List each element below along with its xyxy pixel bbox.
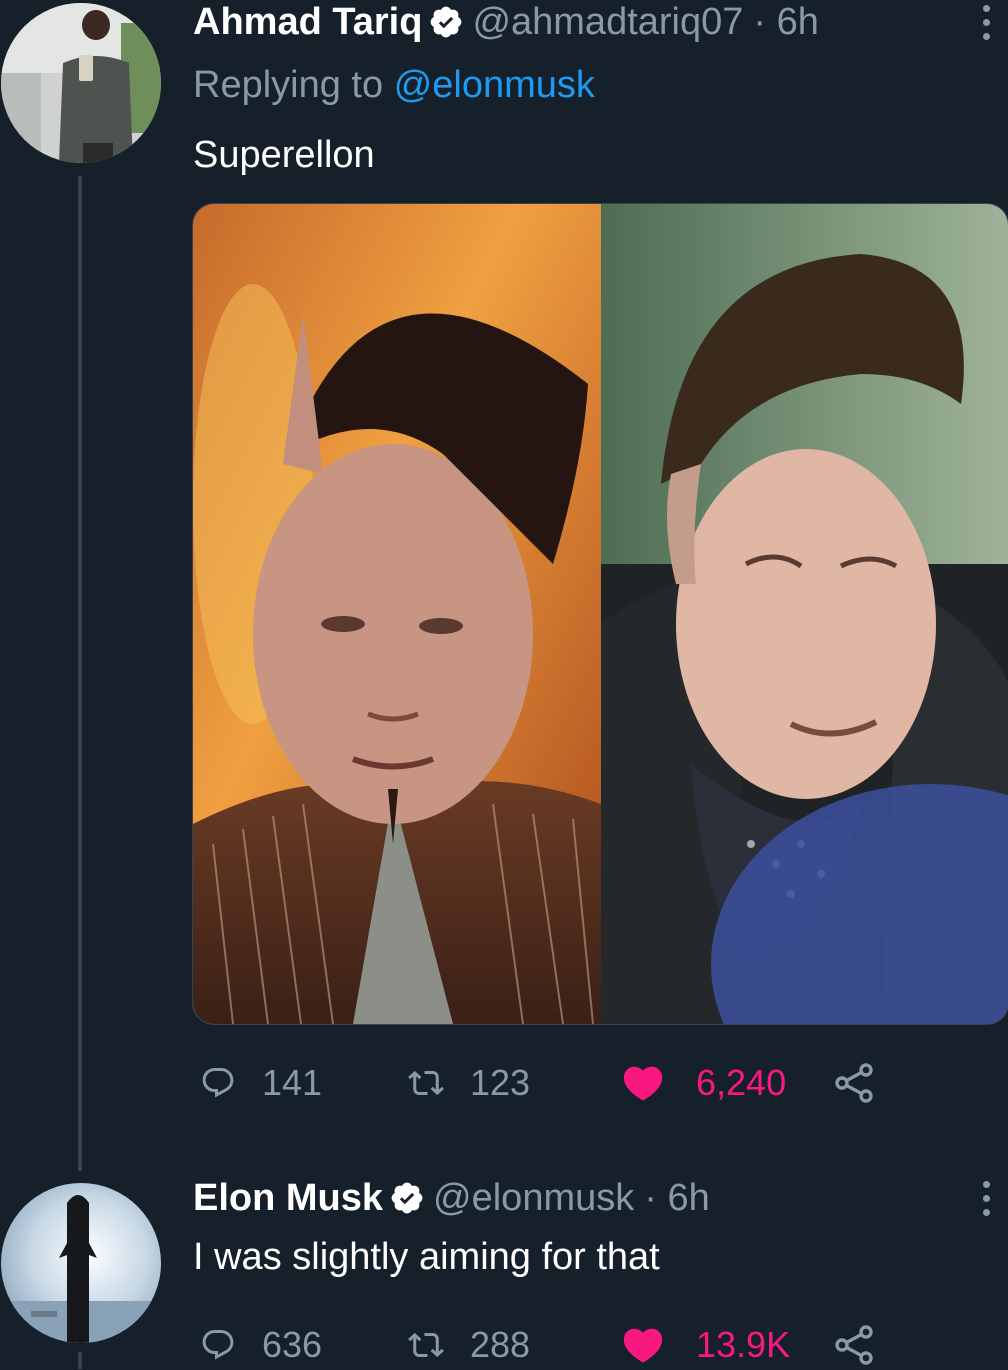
retweet-button[interactable]: 123 <box>408 1062 530 1104</box>
media-image-right[interactable] <box>601 204 1008 1024</box>
avatar[interactable] <box>1 3 161 163</box>
tweet-media[interactable] <box>192 203 1008 1025</box>
reply-icon <box>200 1065 236 1101</box>
avatar[interactable] <box>1 1183 161 1343</box>
tweet-time: · 6h <box>753 1 818 44</box>
retweet-count: 123 <box>470 1062 530 1104</box>
reply-count: 141 <box>262 1062 322 1104</box>
reply-icon <box>200 1327 236 1363</box>
tweet-time: · 6h <box>644 1177 709 1220</box>
author-handle[interactable]: @ahmadtariq07 <box>472 1 743 44</box>
tweet-header: Elon Musk @elonmusk · 6h <box>193 1176 710 1220</box>
more-options-icon[interactable] <box>976 0 996 44</box>
reply-button[interactable]: 636 <box>200 1324 322 1366</box>
like-heart-icon <box>620 1322 666 1368</box>
author-name[interactable]: Ahmad Tariq <box>193 1 422 44</box>
more-options-icon[interactable] <box>976 1176 996 1220</box>
tweet-text: Superellon <box>193 134 375 177</box>
like-count: 13.9K <box>696 1324 790 1366</box>
verified-badge-icon <box>389 1180 425 1216</box>
thread-connector-line <box>78 176 82 1171</box>
retweet-icon <box>408 1327 444 1363</box>
share-icon <box>830 1321 878 1369</box>
thread-connector-line <box>78 1352 82 1369</box>
replying-to-label: Replying to <box>193 64 394 106</box>
like-heart-icon <box>620 1060 666 1106</box>
like-button[interactable]: 6,240 <box>620 1060 786 1106</box>
like-count: 6,240 <box>696 1062 786 1104</box>
media-image-left[interactable] <box>193 204 601 1024</box>
share-button[interactable] <box>830 1321 878 1369</box>
tweet-header: Ahmad Tariq @ahmadtariq07 · 6h <box>193 0 819 44</box>
reply-count: 636 <box>262 1324 322 1366</box>
share-icon <box>830 1059 878 1107</box>
tweet-text: I was slightly aiming for that <box>193 1236 660 1279</box>
like-button[interactable]: 13.9K <box>620 1322 790 1368</box>
retweet-icon <box>408 1065 444 1101</box>
retweet-button[interactable]: 288 <box>408 1324 530 1366</box>
reply-button[interactable]: 141 <box>200 1062 322 1104</box>
replying-to: Replying to @elonmusk <box>193 64 595 107</box>
author-name[interactable]: Elon Musk <box>193 1177 383 1220</box>
verified-badge-icon <box>428 4 464 40</box>
replying-to-mention[interactable]: @elonmusk <box>394 64 595 106</box>
author-handle[interactable]: @elonmusk <box>433 1177 634 1220</box>
retweet-count: 288 <box>470 1324 530 1366</box>
share-button[interactable] <box>830 1059 878 1107</box>
